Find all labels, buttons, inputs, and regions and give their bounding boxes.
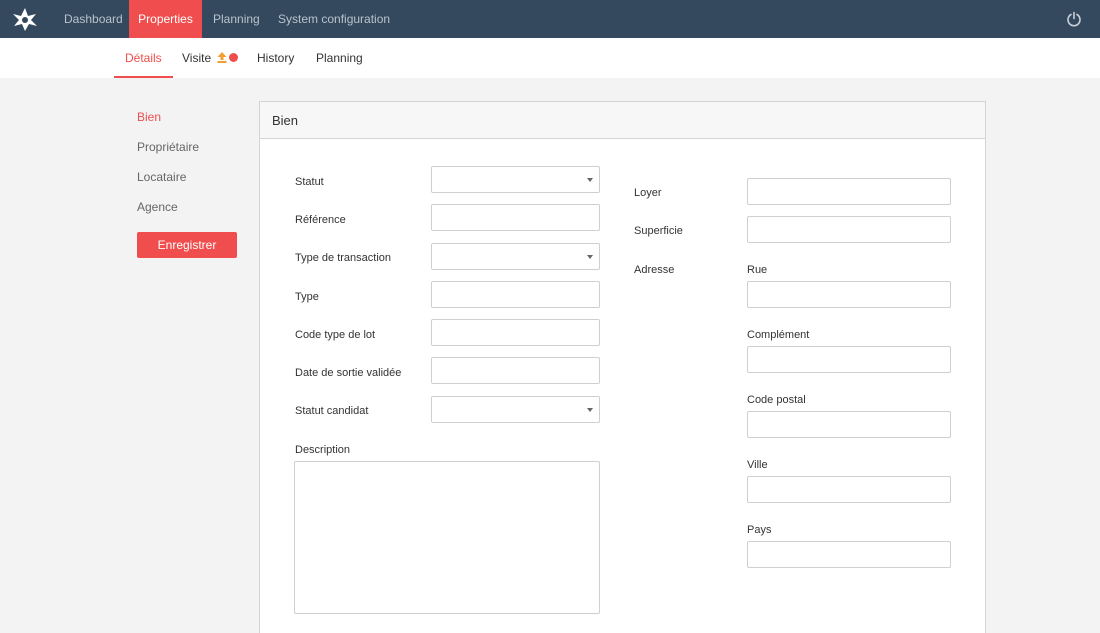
tab-planning[interactable]: Planning bbox=[316, 38, 363, 78]
caret-down-icon bbox=[587, 408, 593, 412]
side-item-locataire[interactable]: Locataire bbox=[137, 170, 186, 184]
tab-visite[interactable]: Visite bbox=[182, 38, 239, 78]
caret-down-icon bbox=[587, 178, 593, 182]
label-date-sortie: Date de sortie validée bbox=[295, 367, 402, 379]
label-ville: Ville bbox=[747, 459, 768, 471]
save-button[interactable]: Enregistrer bbox=[137, 232, 237, 258]
label-statut-candidat: Statut candidat bbox=[295, 405, 369, 417]
label-adresse: Adresse bbox=[634, 264, 675, 276]
nav-properties[interactable]: Properties bbox=[129, 0, 202, 38]
label-superficie: Superficie bbox=[634, 225, 683, 237]
panel-header: Bien bbox=[260, 102, 985, 139]
panel-title: Bien bbox=[272, 113, 299, 128]
input-rue[interactable] bbox=[747, 281, 951, 308]
label-reference: Référence bbox=[295, 214, 346, 226]
side-item-proprietaire[interactable]: Propriétaire bbox=[137, 140, 199, 154]
label-type-transaction: Type de transaction bbox=[295, 252, 392, 264]
power-icon[interactable] bbox=[1066, 11, 1082, 27]
nav-planning[interactable]: Planning bbox=[202, 0, 271, 38]
tab-history[interactable]: History bbox=[257, 38, 294, 78]
select-statut[interactable] bbox=[431, 166, 600, 193]
logo-icon[interactable] bbox=[10, 6, 40, 32]
input-reference[interactable] bbox=[431, 204, 600, 231]
top-navbar: Dashboard Properties Planning System con… bbox=[0, 0, 1100, 38]
input-code-type-lot[interactable] bbox=[431, 319, 600, 346]
bien-panel: Bien Statut Référence Type de transactio… bbox=[259, 101, 986, 633]
nav-dashboard[interactable]: Dashboard bbox=[53, 0, 134, 38]
label-complement: Complément bbox=[747, 329, 810, 341]
notification-dot bbox=[229, 53, 239, 62]
input-superficie[interactable] bbox=[747, 216, 951, 243]
upload-icon bbox=[217, 52, 227, 63]
input-code-postal[interactable] bbox=[747, 411, 951, 438]
input-ville[interactable] bbox=[747, 476, 951, 503]
nav-system-configuration[interactable]: System configuration bbox=[267, 0, 401, 38]
tab-visite-label: Visite bbox=[182, 51, 212, 65]
input-complement[interactable] bbox=[747, 346, 951, 373]
side-item-agence[interactable]: Agence bbox=[137, 200, 178, 214]
select-statut-candidat[interactable] bbox=[431, 396, 600, 423]
label-type: Type bbox=[295, 291, 319, 303]
sub-navbar: Détails Visite History Planning bbox=[0, 38, 1100, 78]
label-pays: Pays bbox=[747, 524, 772, 536]
select-type-transaction[interactable] bbox=[431, 243, 600, 270]
textarea-description[interactable] bbox=[294, 461, 600, 614]
label-description: Description bbox=[295, 444, 351, 456]
input-loyer[interactable] bbox=[747, 178, 951, 205]
label-loyer: Loyer bbox=[634, 187, 662, 199]
tab-details[interactable]: Détails bbox=[114, 38, 173, 78]
input-date-sortie[interactable] bbox=[431, 357, 600, 384]
label-statut: Statut bbox=[295, 176, 324, 188]
input-pays[interactable] bbox=[747, 541, 951, 568]
label-code-postal: Code postal bbox=[747, 394, 806, 406]
caret-down-icon bbox=[587, 255, 593, 259]
side-item-bien[interactable]: Bien bbox=[137, 110, 161, 124]
label-rue: Rue bbox=[747, 264, 768, 276]
label-code-type-lot: Code type de lot bbox=[295, 329, 376, 341]
input-type[interactable] bbox=[431, 281, 600, 308]
